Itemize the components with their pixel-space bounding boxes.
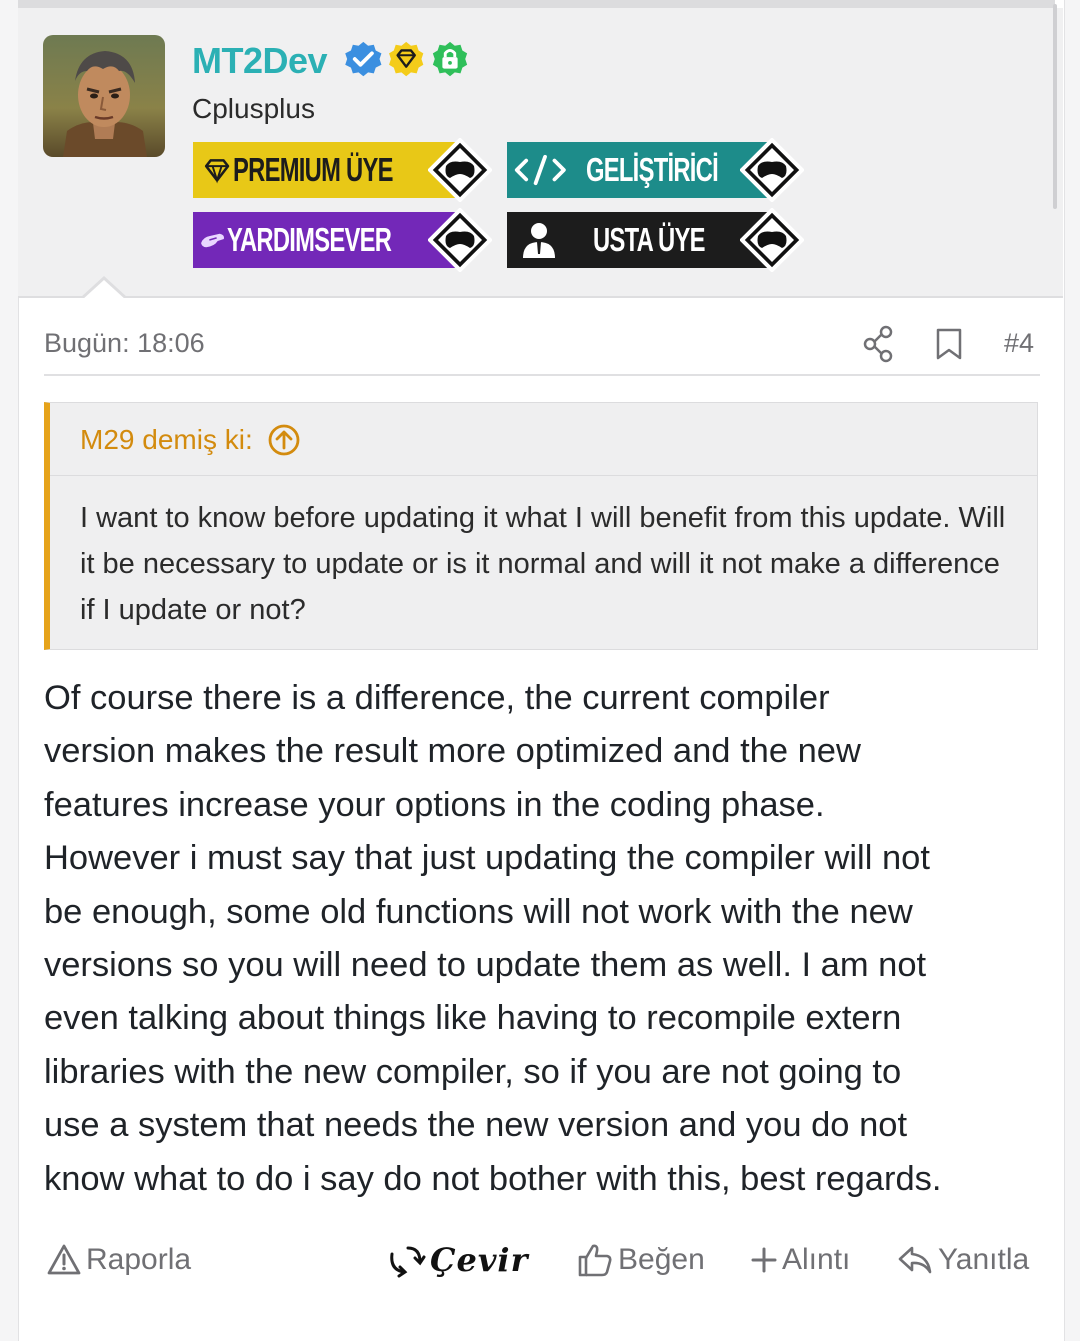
- user-status-icons: [345, 41, 468, 77]
- user-title: Cplusplus: [192, 93, 315, 124]
- bookmark-icon[interactable]: [936, 328, 962, 360]
- arrow-up-circle-icon[interactable]: [267, 423, 301, 457]
- verified-icon: [345, 41, 382, 77]
- plus-icon: [751, 1247, 777, 1273]
- badge-helpful: YARDIMSEVER: [193, 212, 455, 268]
- badge-label: GELİŞTİRİCİ: [585, 151, 719, 188]
- quote-label: Alıntı: [782, 1243, 851, 1276]
- quote-button[interactable]: Alıntı: [750, 1235, 850, 1285]
- top-border: [18, 0, 1055, 8]
- gamepad-icon: [740, 208, 804, 272]
- post-line: version makes the result more optimized …: [44, 732, 861, 771]
- post-date[interactable]: Bugün: 18:06: [44, 328, 205, 359]
- divider: [44, 374, 1040, 376]
- gamepad-icon: [428, 208, 492, 272]
- badge-label: PREMIUM ÜYE: [233, 151, 393, 188]
- badge-developer: GELİŞTİRİCİ: [507, 142, 769, 198]
- handshake-icon: [201, 233, 225, 248]
- quote-block: M29 demiş ki: I want to know before upda…: [44, 402, 1038, 650]
- gamepad-icon: [740, 138, 804, 202]
- report-button[interactable]: Raporla: [46, 1235, 191, 1285]
- thumbs-up-icon: [578, 1244, 612, 1277]
- quote-divider: [50, 475, 1037, 476]
- post-line: libraries with the new compiler, so if y…: [44, 1052, 902, 1091]
- post-line: be enough, some old functions will not w…: [44, 892, 913, 931]
- username[interactable]: MT2Dev: [192, 40, 328, 82]
- user-tie-icon: [523, 223, 555, 258]
- post-number[interactable]: #4: [1004, 328, 1034, 359]
- warning-icon: [47, 1244, 81, 1275]
- post-meta-actions: [863, 325, 962, 363]
- translate-arrows-icon: [390, 1246, 426, 1278]
- report-label: Raporla: [86, 1243, 192, 1276]
- post-line: However i must say that just updating th…: [44, 839, 930, 878]
- reply-label: Yanıtla: [938, 1243, 1030, 1276]
- scrollbar[interactable]: [1053, 4, 1057, 209]
- avatar[interactable]: [43, 35, 165, 157]
- badge-master-member: USTA ÜYE: [507, 212, 769, 268]
- post-line: features increase your options in the co…: [44, 785, 825, 824]
- panel-pointer-inner: [82, 280, 126, 300]
- lock-icon: [432, 41, 468, 77]
- gamepad-icon: [428, 138, 492, 202]
- share-icon[interactable]: [863, 325, 893, 363]
- badge-premium-member: PREMIUM ÜYE: [193, 142, 455, 198]
- premium-diamond-icon: [389, 41, 424, 77]
- badge-label: YARDIMSEVER: [226, 221, 392, 258]
- badge-label: USTA ÜYE: [593, 221, 705, 258]
- reply-button[interactable]: Yanıtla: [896, 1235, 1029, 1285]
- post-line: know what to do i say do not bother with…: [44, 1159, 942, 1198]
- post-content: Of course there is a difference, the cur…: [44, 672, 1044, 1206]
- diamond-icon: [204, 159, 230, 184]
- code-icon: [514, 154, 566, 186]
- post-line: versions so you will need to update them…: [44, 946, 927, 985]
- quote-author[interactable]: M29 demiş ki:: [80, 424, 253, 456]
- quote-header[interactable]: M29 demiş ki:: [80, 423, 301, 457]
- quote-text: I want to know before updating it what I…: [80, 502, 1006, 626]
- translate-button[interactable]: Çevir: [384, 1235, 528, 1285]
- translate-label: Çevir: [430, 1241, 529, 1279]
- post-line: use a system that needs the new version …: [44, 1106, 908, 1145]
- post-actions: Raporla Çevir Beğen Alıntı Yanıtla: [0, 1235, 1080, 1285]
- like-button[interactable]: Beğen: [576, 1235, 705, 1285]
- post-line: even talking about things like having to…: [44, 999, 902, 1038]
- reply-icon: [898, 1246, 932, 1274]
- post-line: Of course there is a difference, the cur…: [44, 679, 830, 717]
- like-label: Beğen: [618, 1243, 705, 1276]
